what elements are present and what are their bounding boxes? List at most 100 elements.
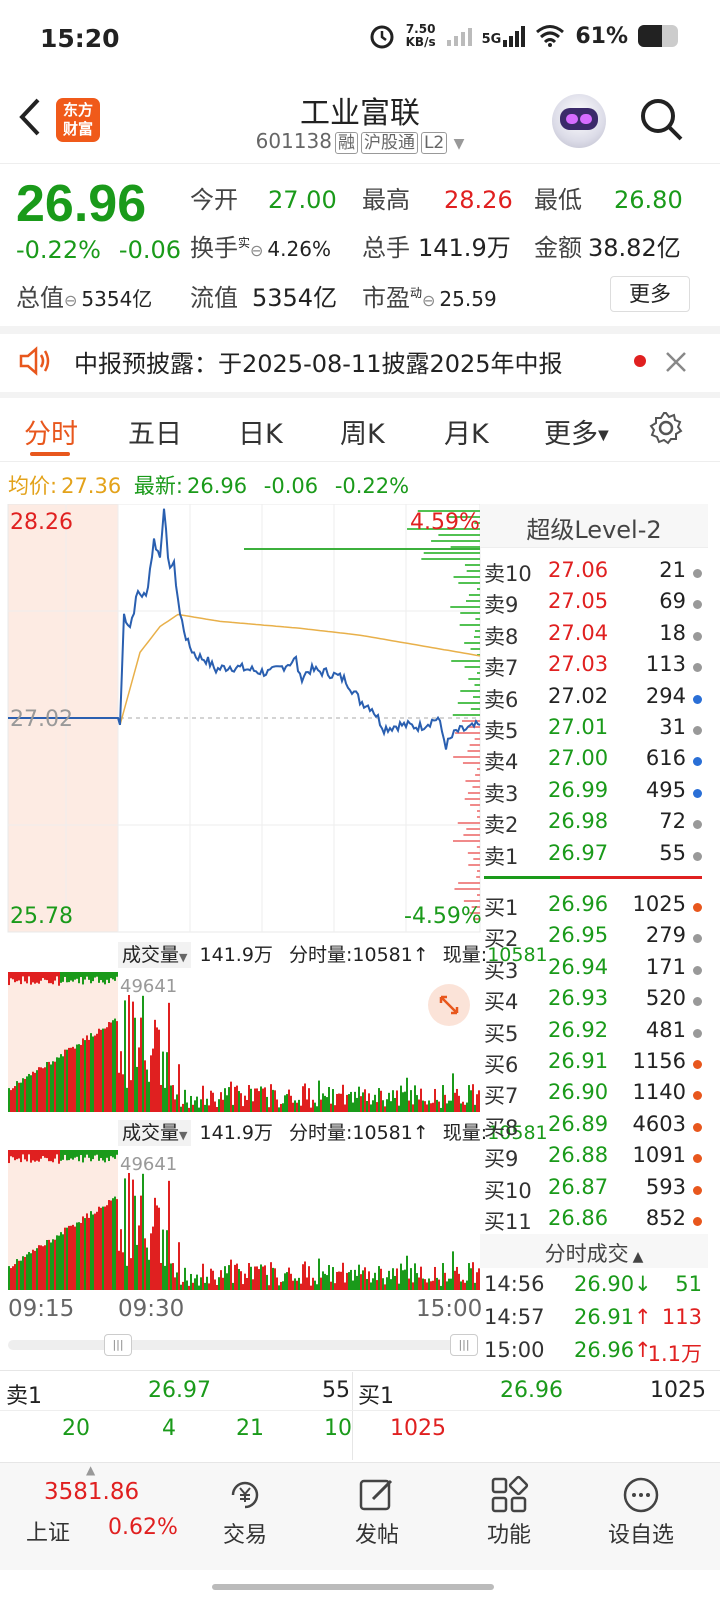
summary-ask-vol: 55: [322, 1378, 350, 1403]
nav-label: 发帖: [354, 1523, 399, 1548]
level-dot: [693, 1185, 702, 1195]
bottom-nav: ▲ 3581.86 上证 0.62% 交易 发帖 功能 设自选: [0, 1462, 720, 1570]
nav-functions[interactable]: 功能: [464, 1473, 554, 1549]
tab-5day[interactable]: 五日: [128, 412, 182, 451]
bid-row[interactable]: 买2 26.95 279: [484, 923, 704, 954]
ask-row[interactable]: 卖8 27.04 18: [484, 621, 704, 652]
time-range-scrollbar[interactable]: [8, 1340, 478, 1350]
nav-trade[interactable]: 交易: [200, 1473, 290, 1549]
time-start: 09:15: [8, 1296, 75, 1322]
stock-header: 东方 财富 工业富联 601138 融沪股通 L2 ▼: [0, 78, 720, 164]
level-label: 买8: [484, 1115, 519, 1140]
level-price: 26.99: [548, 777, 609, 802]
level-volume: 69: [659, 589, 686, 614]
level-price: 26.92: [548, 1017, 609, 1042]
level-dot: [693, 631, 702, 641]
ask-row[interactable]: 卖3 26.99 495: [484, 778, 704, 809]
ask-row[interactable]: 卖5 27.01 31: [484, 715, 704, 746]
level-dot: [693, 1060, 702, 1069]
ask-row[interactable]: 卖10 27.06 21: [484, 558, 704, 589]
level-dot: [693, 757, 702, 767]
bid-row[interactable]: 买6 26.91 1156: [484, 1049, 704, 1080]
chart-top-price: 28.26: [10, 510, 73, 535]
bid-row[interactable]: 买5 26.92 481: [484, 1018, 704, 1049]
battery-percent: 61%: [575, 23, 628, 49]
tick-arrow: ↑: [634, 1305, 652, 1329]
level-volume: 1156: [632, 1049, 686, 1073]
level-volume: 481: [645, 1017, 686, 1042]
more-dots-icon: [623, 1477, 659, 1513]
notice-bar[interactable]: 中报预披露：于2025-08-11披露2025年中报: [0, 332, 720, 392]
level-volume: 113: [645, 652, 686, 677]
level-price: 27.05: [548, 589, 609, 614]
level-dot: [693, 1028, 702, 1038]
ticks-header[interactable]: 分时成交 ▲: [480, 1234, 708, 1268]
level2-header[interactable]: 超级Level-2: [480, 504, 708, 548]
level-price: 26.86: [548, 1206, 609, 1230]
expand-icon[interactable]: [428, 984, 470, 1026]
ask-row[interactable]: 卖2 26.98 72: [484, 809, 704, 840]
tick-price: 26.91: [574, 1305, 635, 1329]
bid-row[interactable]: 买9 26.88 1091: [484, 1143, 704, 1174]
bid-row[interactable]: 买10 26.87 593: [484, 1175, 704, 1206]
bid-row[interactable]: 买4 26.93 520: [484, 986, 704, 1017]
bid-row[interactable]: 买3 26.94 171: [484, 955, 704, 986]
assistant-robot-icon[interactable]: [552, 94, 606, 148]
level-dot: [693, 1091, 702, 1101]
price-change: -0.22% -0.06: [16, 236, 182, 264]
ask-row[interactable]: 卖1 26.97 55: [484, 841, 704, 872]
summary-ask-label: 卖1: [6, 1384, 42, 1409]
tick-price: 26.96: [574, 1338, 635, 1362]
volume-selector[interactable]: 成交量▼: [118, 942, 192, 968]
level-label: 卖10: [484, 562, 532, 586]
bid-row[interactable]: 买8 26.89 4603: [484, 1112, 704, 1143]
mktcap-field: 总值⊖ 5354亿: [16, 284, 153, 312]
level-price: 26.89: [548, 1111, 609, 1136]
tag-margin: 融: [334, 132, 358, 154]
level-label: 买7: [484, 1084, 519, 1109]
info-icon: ⊖: [250, 241, 264, 260]
level-price: 27.04: [548, 620, 609, 645]
settings-gear-icon[interactable]: [648, 410, 684, 446]
notice-text: 中报预披露：于2025-08-11披露2025年中报: [74, 350, 563, 378]
level-label: 买4: [484, 990, 519, 1015]
wifi-icon: [536, 25, 565, 47]
ask-row[interactable]: 卖9 27.05 69: [484, 589, 704, 620]
chart-mid-price: 27.02: [10, 707, 73, 732]
scroll-handle-left[interactable]: |||: [104, 1334, 132, 1356]
level-dot: [693, 1154, 702, 1164]
volume-chart-1[interactable]: [0, 972, 484, 1112]
ask-row[interactable]: 卖7 27.03 113: [484, 652, 704, 683]
level-label: 买5: [484, 1021, 519, 1046]
chart-bottom-price: 25.78: [10, 904, 73, 929]
volume-selector[interactable]: 成交量▼: [118, 1120, 192, 1146]
level2-title: 超级Level-2: [526, 516, 662, 544]
index-ticker[interactable]: ▲ 3581.86 上证 0.62%: [0, 1463, 200, 1563]
level-price: 26.98: [548, 809, 609, 834]
level-label: 买3: [484, 958, 519, 983]
scroll-handle-right[interactable]: |||: [450, 1334, 478, 1356]
nav-add-watchlist[interactable]: 设自选: [596, 1473, 686, 1549]
bid-row[interactable]: 买11 26.86 852: [484, 1206, 704, 1237]
ask-row[interactable]: 卖6 27.02 294: [484, 684, 704, 715]
tab-weekly-k[interactable]: 周K: [340, 412, 385, 451]
level-label: 买11: [484, 1210, 532, 1234]
bid-row[interactable]: 买7 26.90 1140: [484, 1080, 704, 1111]
queue-item: 21: [236, 1416, 264, 1441]
level-label: 买9: [484, 1147, 519, 1172]
nav-post[interactable]: 发帖: [332, 1473, 422, 1549]
search-icon[interactable]: [638, 96, 684, 142]
close-icon[interactable]: [664, 350, 688, 374]
tab-daily-k[interactable]: 日K: [238, 412, 283, 451]
ask-row[interactable]: 卖4 27.00 616: [484, 746, 704, 777]
bid-row[interactable]: 买1 26.96 1025: [484, 892, 704, 923]
more-quote-button[interactable]: 更多: [610, 276, 690, 312]
volume-chart-2[interactable]: [0, 1150, 484, 1290]
tick-volume: 51: [675, 1272, 702, 1296]
tab-intraday[interactable]: 分时: [24, 412, 78, 451]
open-field: 今开 27.00: [190, 186, 337, 214]
level-dot: [693, 1217, 702, 1226]
tab-monthly-k[interactable]: 月K: [444, 412, 489, 451]
stock-code-row[interactable]: 601138 融沪股通 L2 ▼: [0, 128, 720, 154]
tab-more[interactable]: 更多▼: [544, 412, 609, 451]
